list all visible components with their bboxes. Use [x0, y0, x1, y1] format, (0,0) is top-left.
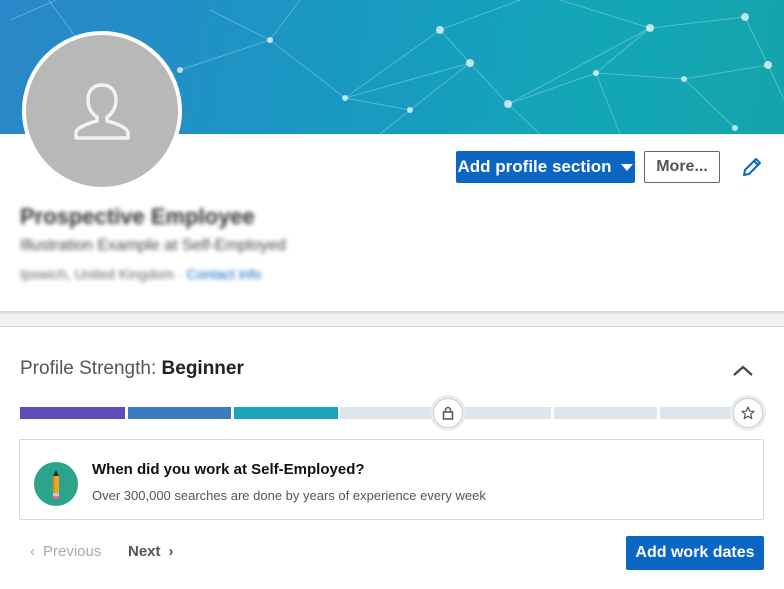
next-label: Next	[128, 543, 161, 560]
milestone-lock	[433, 398, 463, 428]
meter-segment-filled	[234, 407, 338, 419]
suggestion-subtitle: Over 300,000 searches are done by years …	[92, 488, 486, 503]
profile-headline: Illustration Example at Self-Employed	[20, 237, 286, 254]
meter-segment-filled	[128, 407, 231, 419]
add-profile-section-label: Add profile section	[457, 157, 612, 176]
previous-label: Previous	[43, 543, 102, 560]
pencil-icon[interactable]	[740, 155, 764, 179]
suggestion-title: When did you work at Self-Employed?	[92, 461, 365, 478]
suggestion-card[interactable]: When did you work at Self-Employed? Over…	[19, 439, 764, 520]
meter-segment-empty	[340, 407, 444, 419]
add-profile-section-button[interactable]: Add profile section	[456, 151, 635, 183]
previous-button[interactable]: ‹ Previous	[30, 543, 101, 560]
profile-strength-label: Profile Strength:	[20, 358, 157, 379]
lock-icon	[442, 406, 454, 420]
next-button[interactable]: Next ›	[128, 543, 174, 560]
contact-info-link[interactable]: Contact info	[187, 266, 262, 282]
profile-location-line: Ipswich, United Kingdom · Contact info	[20, 266, 261, 282]
caret-down-icon	[621, 163, 634, 171]
profile-strength-card: Profile Strength: Beginner When did you …	[0, 326, 784, 589]
profile-avatar[interactable]	[22, 31, 182, 191]
chevron-up-icon[interactable]	[731, 363, 755, 379]
meter-segment-empty	[554, 407, 657, 419]
profile-location: Ipswich, United Kingdom	[20, 266, 175, 282]
chevron-left-icon: ‹	[30, 543, 35, 560]
add-work-dates-button[interactable]: Add work dates	[626, 536, 764, 570]
more-button[interactable]: More...	[644, 151, 720, 183]
profile-strength-meter	[20, 398, 763, 428]
profile-strength-heading: Profile Strength: Beginner	[20, 358, 244, 380]
profile-name: Prospective Employee	[20, 204, 255, 229]
pencil-illustration	[53, 470, 59, 499]
meter-segment-filled	[20, 407, 125, 419]
chevron-right-icon: ›	[168, 543, 174, 560]
pencil-badge-icon	[34, 462, 78, 506]
person-icon	[74, 83, 130, 140]
profile-card: Add profile section More... Prospective …	[0, 0, 784, 312]
milestone-star	[733, 398, 763, 428]
profile-strength-level: Beginner	[161, 358, 244, 379]
location-separator: ·	[177, 266, 183, 282]
star-icon	[741, 406, 755, 420]
